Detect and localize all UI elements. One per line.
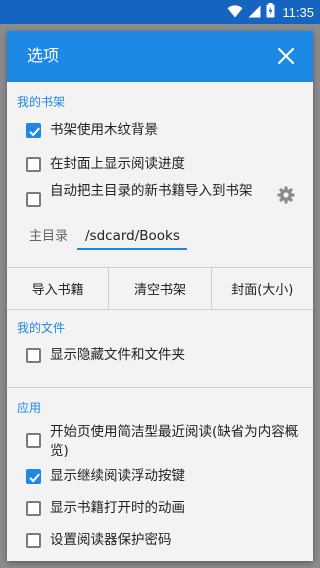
checkbox-protect-password[interactable] [26,533,41,548]
section-title-files: 我的文件 [17,321,66,335]
battery-charging-icon [266,2,275,22]
cover-size-button[interactable]: 封面(大小) [212,268,313,309]
signal-icon [248,3,261,22]
status-icons: 11:35 [227,2,314,22]
close-icon [278,48,294,64]
gear-icon[interactable] [277,186,295,204]
option-label: 显示隐藏文件和文件夹 [50,347,185,363]
checkbox-simple-recent[interactable] [26,433,41,448]
option-label: 在封面上显示阅读进度 [50,156,185,172]
home-dir-label: 主目录 [29,229,69,244]
home-dir-input[interactable] [77,224,187,250]
option-label: 显示继续阅读浮动按键 [50,468,185,484]
checkbox-show-progress[interactable] [26,157,41,172]
section-title-app: 应用 [17,401,42,415]
option-show-progress[interactable]: 在封面上显示阅读进度 [7,151,313,179]
wifi-icon [227,3,243,22]
option-protect-password[interactable]: 设置阅读器保护密码 [7,527,313,555]
option-show-hidden[interactable]: 显示隐藏文件和文件夹 [7,342,313,370]
option-label: 设置阅读器保护密码 [50,532,172,548]
option-floating-button[interactable]: 显示继续阅读浮动按键 [7,463,313,491]
option-label: 书架使用木纹背景 [50,122,158,138]
options-dialog: 选项 我的书架 书架使用木纹背景 在封面上显示阅读进度 自动把主目录的新书籍导入… [7,31,313,561]
option-auto-import[interactable]: 自动把主目录的新书籍导入到书架 [7,181,313,219]
checkbox-floating-button[interactable] [26,469,41,484]
status-bar: 11:35 [0,0,320,24]
dialog-header: 选项 [7,31,313,82]
close-button[interactable] [273,43,299,69]
option-simple-recent[interactable]: 开始页使用简洁型最近阅读(缺省为内容概览) [7,422,313,462]
status-time: 11:35 [282,4,314,20]
shelf-button-bar: 导入书籍 清空书架 封面(大小) [7,267,313,310]
checkbox-show-hidden[interactable] [26,348,41,363]
section-title-shelf: 我的书架 [17,95,66,109]
section-divider [7,387,313,388]
checkbox-open-animation[interactable] [26,501,41,516]
clear-shelf-button[interactable]: 清空书架 [109,268,212,309]
option-open-animation[interactable]: 显示书籍打开时的动画 [7,495,313,523]
option-label: 显示书籍打开时的动画 [50,500,185,516]
option-label: 自动把主目录的新书籍导入到书架 [50,183,253,199]
option-label: 开始页使用简洁型最近阅读(缺省为内容概览) [50,424,299,459]
import-books-button[interactable]: 导入书籍 [7,268,110,309]
dialog-title: 选项 [27,46,60,65]
checkbox-wood-background[interactable] [26,123,41,138]
checkbox-auto-import[interactable] [26,192,41,207]
option-wood-background[interactable]: 书架使用木纹背景 [7,117,313,145]
